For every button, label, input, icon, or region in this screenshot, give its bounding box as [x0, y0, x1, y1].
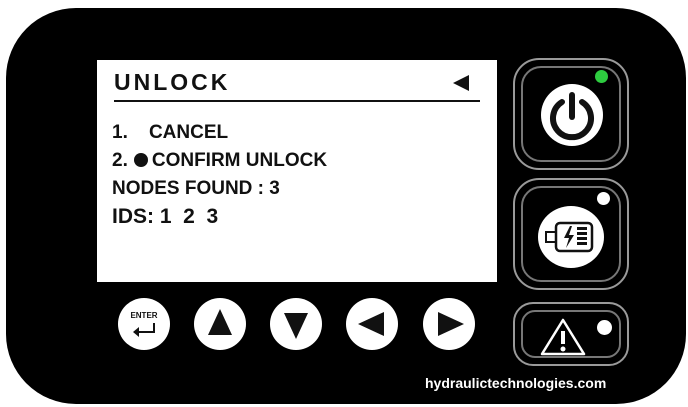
left-arrow-icon	[358, 312, 384, 336]
down-button[interactable]	[270, 298, 322, 350]
warning-icon	[539, 317, 587, 362]
right-button[interactable]	[423, 298, 475, 350]
power-led	[595, 70, 608, 83]
nodes-found-text: NODES FOUND : 3	[112, 178, 280, 199]
back-arrow-icon	[453, 75, 469, 91]
lcd-screen: UNLOCK 1. CANCEL 2. CONFIRM UNLOCK NODES …	[97, 60, 497, 282]
menu-item-label: CONFIRM UNLOCK	[151, 150, 328, 171]
warning-led	[597, 320, 612, 335]
screen-title: UNLOCK	[114, 69, 231, 95]
left-button[interactable]	[346, 298, 398, 350]
power-icon	[541, 84, 603, 146]
selected-dot-icon	[133, 153, 148, 167]
up-button[interactable]	[194, 298, 246, 350]
warning-button[interactable]	[513, 302, 629, 366]
ids-text: IDS: 1 2 3	[112, 205, 219, 228]
menu-item-cancel[interactable]: 1. CANCEL	[112, 122, 228, 144]
down-arrow-icon	[284, 313, 308, 339]
menu-item-confirm-unlock[interactable]: 2. CONFIRM UNLOCK	[112, 150, 327, 172]
up-arrow-icon	[208, 309, 232, 335]
battery-charge-icon	[538, 206, 604, 268]
charge-button[interactable]	[513, 178, 629, 290]
brand-url: hydraulictechnologies.com	[425, 375, 607, 391]
enter-arrow-icon	[130, 321, 158, 342]
enter-button[interactable]: ENTER	[118, 298, 170, 350]
enter-label: ENTER	[130, 311, 158, 320]
title-divider	[114, 100, 480, 102]
menu-item-number: 2.	[112, 150, 128, 171]
charge-led	[597, 192, 610, 205]
power-button[interactable]	[513, 58, 629, 170]
right-arrow-icon	[438, 312, 464, 336]
